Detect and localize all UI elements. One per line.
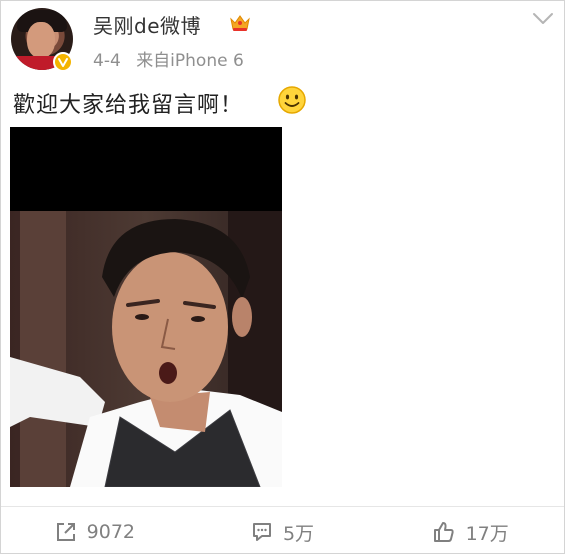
chevron-down-icon[interactable]: [532, 11, 554, 30]
repost-count: 9072: [86, 521, 136, 543]
verified-badge-icon: [53, 52, 73, 72]
like-button[interactable]: 17万: [376, 507, 564, 557]
post-date: 4-4: [93, 51, 121, 71]
comment-count: 5万: [282, 522, 315, 545]
crown-icon[interactable]: [229, 13, 251, 37]
comment-button[interactable]: 5万: [189, 507, 377, 557]
smiley-icon: [277, 85, 307, 119]
repost-button[interactable]: 9072: [1, 507, 189, 557]
comment-icon: [252, 523, 271, 541]
post-meta: 4-4 来自iPhone 6: [93, 46, 254, 71]
repost-icon: [56, 523, 75, 541]
post-image[interactable]: [10, 127, 282, 487]
action-bar: 9072 5万 17万: [1, 506, 564, 557]
post-text: 歡迎大家给我留言啊！: [13, 93, 244, 118]
thumbs-up-icon: [433, 522, 454, 542]
like-count: 17万: [465, 522, 509, 545]
weibo-post-card: 吴刚de微博 4-4 来自iPhone 6 歡迎大家给我留言啊！ 9072 5万…: [0, 0, 565, 554]
username[interactable]: 吴刚de微博: [93, 10, 201, 39]
post-source[interactable]: 来自iPhone 6: [136, 51, 244, 71]
